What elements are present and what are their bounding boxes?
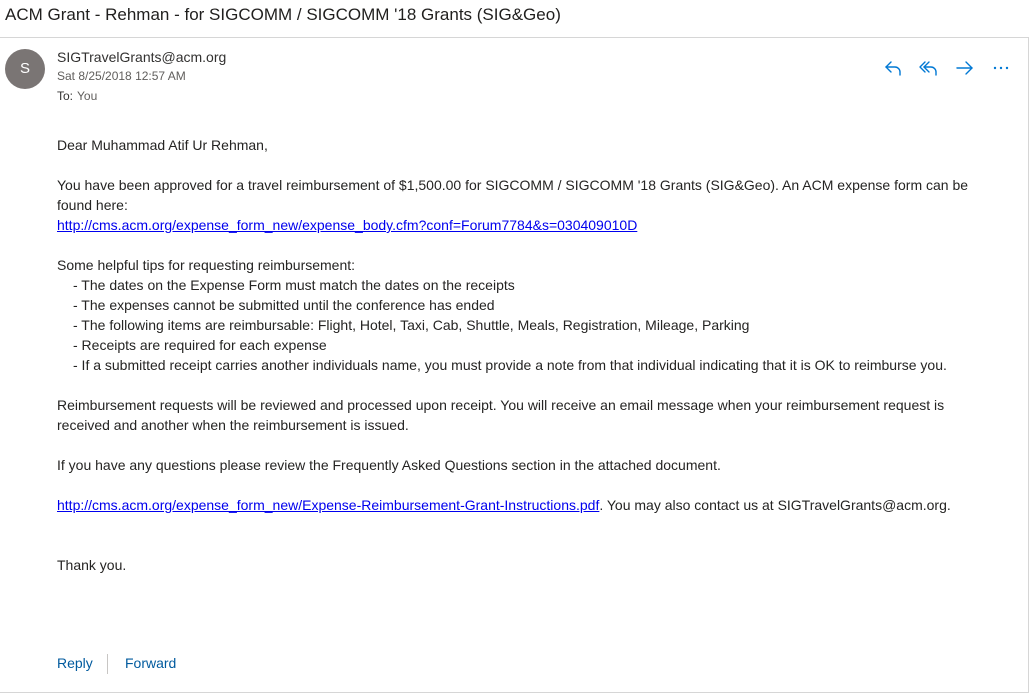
to-recipient[interactable]: You xyxy=(77,89,97,103)
instructions-line: http://cms.acm.org/expense_form_new/Expe… xyxy=(57,495,1007,515)
tip-item: - The dates on the Expense Form must mat… xyxy=(73,277,515,293)
sender-address[interactable]: SIGTravelGrants@acm.org xyxy=(57,49,226,65)
email-subject: ACM Grant - Rehman - for SIGCOMM / SIGCO… xyxy=(5,5,561,24)
to-line: To: You xyxy=(57,89,97,103)
greeting: Dear Muhammad Atif Ur Rehman, xyxy=(57,137,268,153)
instructions-link[interactable]: http://cms.acm.org/expense_form_new/Expe… xyxy=(57,497,599,513)
review-line-2: received and another when the reimbursem… xyxy=(57,417,409,433)
approval-line-2: found here: xyxy=(57,197,128,213)
expense-form-link[interactable]: http://cms.acm.org/expense_form_new/expe… xyxy=(57,217,637,233)
footer-reply-button[interactable]: Reply xyxy=(57,655,93,671)
forward-icon xyxy=(956,61,973,75)
tip-item: - If a submitted receipt carries another… xyxy=(73,357,947,373)
avatar[interactable]: S xyxy=(5,49,45,89)
subject-bar: ACM Grant - Rehman - for SIGCOMM / SIGCO… xyxy=(0,0,1032,36)
more-icon xyxy=(993,66,1009,70)
reply-all-button[interactable] xyxy=(916,56,942,80)
tip-item: - Receipts are required for each expense xyxy=(73,337,327,353)
forward-button[interactable] xyxy=(952,56,978,80)
reply-all-icon xyxy=(919,61,937,76)
footer-forward-button[interactable]: Forward xyxy=(125,655,176,671)
reply-icon xyxy=(885,61,901,76)
approval-line-1: You have been approved for a travel reim… xyxy=(57,177,969,193)
footer-divider xyxy=(107,654,108,674)
tip-item: - The expenses cannot be submitted until… xyxy=(73,297,495,313)
message-body: Dear Muhammad Atif Ur Rehman, You have b… xyxy=(57,135,1007,575)
reply-button[interactable] xyxy=(880,56,906,80)
contact-text: . You may also contact us at SIGTravelGr… xyxy=(599,497,951,513)
tip-item: - The following items are reimbursable: … xyxy=(73,317,750,333)
to-label: To: xyxy=(57,89,74,103)
message-actions xyxy=(880,56,1010,80)
review-line-1: Reimbursement requests will be reviewed … xyxy=(57,397,945,413)
thanks-text: Thank you. xyxy=(57,557,127,573)
questions-text: If you have any questions please review … xyxy=(57,457,721,473)
tips-heading: Some helpful tips for requesting reimbur… xyxy=(57,257,356,273)
more-actions-button[interactable] xyxy=(988,56,1014,80)
sent-date: Sat 8/25/2018 12:57 AM xyxy=(57,69,186,83)
